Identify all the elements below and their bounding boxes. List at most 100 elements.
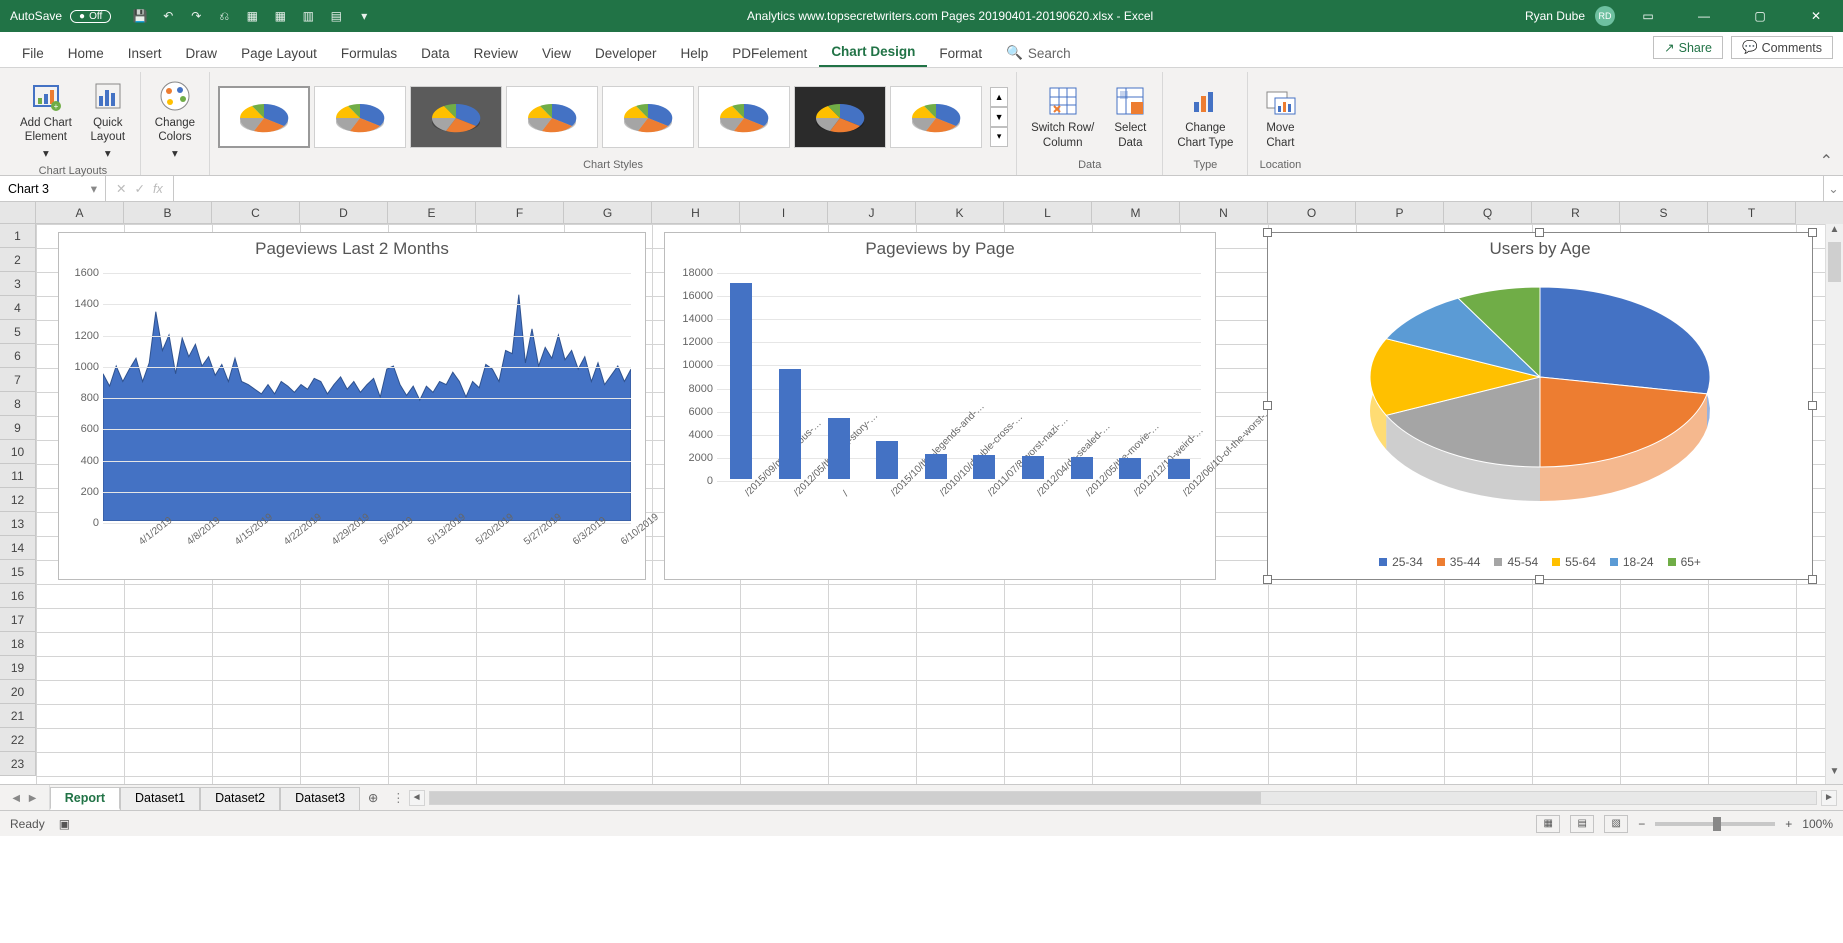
minimize-icon[interactable]: — <box>1681 0 1727 32</box>
column-header[interactable]: J <box>828 202 916 224</box>
normal-view-button[interactable]: ▦ <box>1536 815 1560 833</box>
share-button[interactable]: ↗Share <box>1653 36 1723 59</box>
fx-icon[interactable]: fx <box>153 182 163 196</box>
resize-handle[interactable] <box>1263 228 1272 237</box>
row-header[interactable]: 11 <box>0 464 36 488</box>
gallery-more-icon[interactable]: ▾ <box>990 127 1008 147</box>
column-header[interactable]: G <box>564 202 652 224</box>
vertical-scroll-thumb[interactable] <box>1828 242 1841 282</box>
column-header[interactable]: H <box>652 202 740 224</box>
chart-style-7[interactable] <box>794 86 886 148</box>
sheet-nav-next-icon[interactable]: ► <box>26 791 38 805</box>
undo-icon[interactable]: ↶ <box>157 5 179 27</box>
zoom-slider-knob[interactable] <box>1713 817 1721 831</box>
sheet-tab-dataset2[interactable]: Dataset2 <box>200 787 280 810</box>
collapse-ribbon-icon[interactable]: ⌃ <box>1820 151 1833 171</box>
column-header[interactable]: T <box>1708 202 1796 224</box>
column-header[interactable]: B <box>124 202 212 224</box>
column-header[interactable]: N <box>1180 202 1268 224</box>
tab-formulas[interactable]: Formulas <box>329 38 409 67</box>
tab-page-layout[interactable]: Page Layout <box>229 38 329 67</box>
chart-style-3[interactable] <box>410 86 502 148</box>
close-icon[interactable]: ✕ <box>1793 0 1839 32</box>
resize-handle[interactable] <box>1808 228 1817 237</box>
scroll-up-icon[interactable]: ▲ <box>1826 224 1843 242</box>
tab-help[interactable]: Help <box>669 38 721 67</box>
tab-draw[interactable]: Draw <box>174 38 230 67</box>
resize-handle[interactable] <box>1263 401 1272 410</box>
change-colors-button[interactable]: Change Colors ▾ <box>149 74 201 165</box>
page-layout-view-button[interactable]: ▤ <box>1570 815 1594 833</box>
chart-pageviews-last-2-months[interactable]: Pageviews Last 2 Months 0200400600800100… <box>58 232 646 580</box>
sheet-tab-report[interactable]: Report <box>50 787 120 810</box>
chart-pageviews-by-page[interactable]: Pageviews by Page 0200040006000800010000… <box>664 232 1216 580</box>
row-header[interactable]: 20 <box>0 680 36 704</box>
select-data-button[interactable]: Select Data <box>1106 79 1154 154</box>
qat-icon-3[interactable]: ▦ <box>269 5 291 27</box>
vertical-scrollbar[interactable]: ▲ ▼ <box>1825 224 1843 784</box>
chart-style-1[interactable] <box>218 86 310 148</box>
hscroll-right-icon[interactable]: ► <box>1821 790 1837 806</box>
row-header[interactable]: 8 <box>0 392 36 416</box>
chart-style-6[interactable] <box>698 86 790 148</box>
chart-style-4[interactable] <box>506 86 598 148</box>
change-chart-type-button[interactable]: Change Chart Type <box>1171 79 1239 154</box>
row-header[interactable]: 7 <box>0 368 36 392</box>
row-header[interactable]: 9 <box>0 416 36 440</box>
column-header[interactable]: E <box>388 202 476 224</box>
name-box[interactable]: Chart 3▾ <box>0 176 106 201</box>
tab-developer[interactable]: Developer <box>583 38 669 67</box>
row-header[interactable]: 17 <box>0 608 36 632</box>
chart-style-2[interactable] <box>314 86 406 148</box>
tab-home[interactable]: Home <box>56 38 116 67</box>
row-header[interactable]: 16 <box>0 584 36 608</box>
row-header[interactable]: 22 <box>0 728 36 752</box>
tab-pdfelement[interactable]: PDFelement <box>720 38 819 67</box>
row-header[interactable]: 6 <box>0 344 36 368</box>
zoom-in-button[interactable]: + <box>1785 817 1792 831</box>
select-all-corner[interactable] <box>0 202 36 224</box>
tab-chart-design[interactable]: Chart Design <box>819 36 927 67</box>
row-header[interactable]: 15 <box>0 560 36 584</box>
namebox-dropdown-icon[interactable]: ▾ <box>91 181 97 196</box>
hscroll-thumb[interactable] <box>430 792 1262 804</box>
move-chart-button[interactable]: Move Chart <box>1256 79 1304 154</box>
row-header[interactable]: 3 <box>0 272 36 296</box>
column-header[interactable]: C <box>212 202 300 224</box>
autosave-toggle[interactable]: ● Off <box>70 10 111 23</box>
hscroll-track[interactable] <box>429 791 1817 805</box>
quick-layout-button[interactable]: Quick Layout ▾ <box>84 74 132 165</box>
chart-style-8[interactable] <box>890 86 982 148</box>
column-header[interactable]: K <box>916 202 1004 224</box>
sheet-nav-prev-icon[interactable]: ◄ <box>10 791 22 805</box>
save-icon[interactable]: 💾 <box>129 5 151 27</box>
switch-row-column-button[interactable]: Switch Row/ Column <box>1025 79 1100 154</box>
tab-insert[interactable]: Insert <box>116 38 174 67</box>
qat-icon-2[interactable]: ▦ <box>241 5 263 27</box>
qat-icon-5[interactable]: ▤ <box>325 5 347 27</box>
gallery-scroll-down-icon[interactable]: ▼ <box>990 107 1008 127</box>
column-header[interactable]: A <box>36 202 124 224</box>
scroll-down-icon[interactable]: ▼ <box>1826 766 1843 784</box>
row-header[interactable]: 2 <box>0 248 36 272</box>
comments-button[interactable]: 💬Comments <box>1731 36 1833 59</box>
row-header[interactable]: 18 <box>0 632 36 656</box>
resize-handle[interactable] <box>1535 228 1544 237</box>
user-avatar[interactable]: RD <box>1595 6 1615 26</box>
add-chart-element-button[interactable]: +Add Chart Element ▾ <box>14 74 78 165</box>
formula-input[interactable] <box>174 176 1823 201</box>
zoom-slider[interactable] <box>1655 822 1775 826</box>
username[interactable]: Ryan Dube <box>1525 9 1585 23</box>
resize-handle[interactable] <box>1808 575 1817 584</box>
row-header[interactable]: 4 <box>0 296 36 320</box>
redo-icon[interactable]: ↷ <box>185 5 207 27</box>
row-header[interactable]: 13 <box>0 512 36 536</box>
chart-style-5[interactable] <box>602 86 694 148</box>
column-header[interactable]: I <box>740 202 828 224</box>
qat-icon-4[interactable]: ▥ <box>297 5 319 27</box>
column-header[interactable]: S <box>1620 202 1708 224</box>
tab-data[interactable]: Data <box>409 38 462 67</box>
tab-view[interactable]: View <box>530 38 583 67</box>
row-header[interactable]: 21 <box>0 704 36 728</box>
column-header[interactable]: O <box>1268 202 1356 224</box>
